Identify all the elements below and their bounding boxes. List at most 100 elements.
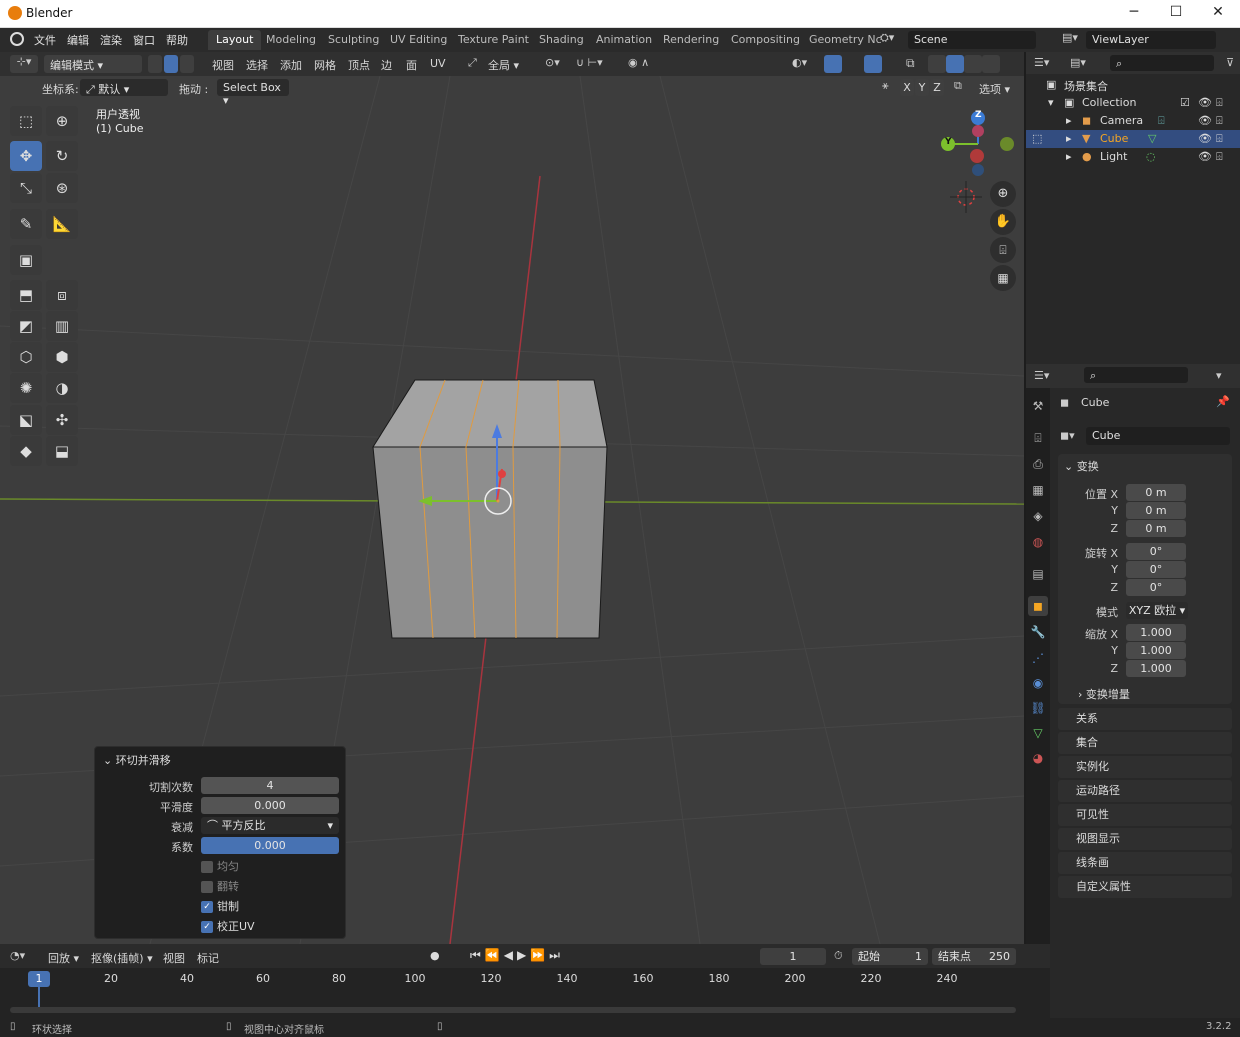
- eye-icon[interactable]: 👁: [1198, 96, 1212, 109]
- scene-tab-icon[interactable]: ◈: [1028, 506, 1048, 526]
- render-camera-icon[interactable]: ⌹: [1216, 132, 1223, 146]
- menu-window[interactable]: 窗口: [133, 32, 155, 48]
- rotation-y-field[interactable]: 0°: [1126, 561, 1186, 578]
- object-browse-icon[interactable]: ◼▾: [1060, 429, 1075, 442]
- options-dropdown[interactable]: 选项 ▾: [979, 81, 1010, 97]
- tab-layout[interactable]: Layout: [208, 30, 262, 50]
- mirror-icon[interactable]: ⚹: [882, 79, 889, 93]
- keying-menu[interactable]: 抠像(插帧) ▾: [91, 950, 153, 966]
- data-tab-icon[interactable]: ▽: [1028, 723, 1048, 743]
- record-icon[interactable]: ●: [430, 949, 440, 962]
- drag-select[interactable]: Select Box ▾: [217, 79, 289, 107]
- material-shading-button[interactable]: [964, 55, 982, 73]
- rendered-shading-button[interactable]: [982, 55, 1000, 73]
- gizmo-toggle-button[interactable]: [824, 55, 842, 73]
- location-x-field[interactable]: 0 m: [1126, 484, 1186, 501]
- output-tab-icon[interactable]: ⎙: [1028, 454, 1048, 474]
- line-art-panel[interactable]: 线条画: [1058, 852, 1232, 874]
- tab-animation[interactable]: Animation: [588, 30, 660, 50]
- render-camera-icon[interactable]: ⌹: [1216, 150, 1223, 164]
- gizmo-z-label[interactable]: Z: [975, 110, 982, 120]
- render-camera-icon[interactable]: ⌹: [1216, 114, 1223, 128]
- view-layer-tab-icon[interactable]: ▦: [1028, 480, 1048, 500]
- scene-collection-row[interactable]: ▣ 场景集合: [1026, 76, 1240, 94]
- vertex-select-button[interactable]: [148, 55, 162, 73]
- start-frame-field[interactable]: 起始 1: [852, 948, 928, 965]
- collection-row[interactable]: ▾ ▣ Collection ☑ 👁 ⌹: [1026, 94, 1240, 112]
- viewport-display-panel[interactable]: 视图显示: [1058, 828, 1232, 850]
- knife-tool-icon[interactable]: ⬡: [10, 342, 42, 372]
- tab-modeling[interactable]: Modeling: [258, 30, 324, 50]
- scale-x-field[interactable]: 1.000: [1126, 624, 1186, 641]
- loop-cut-tool-icon[interactable]: ▥: [46, 311, 78, 341]
- outliner-item-cube[interactable]: ⬚ ▸ ▼ Cube ▽ 👁 ⌹: [1026, 130, 1240, 148]
- even-checkbox[interactable]: 均匀: [201, 858, 239, 874]
- expand-arrow-icon[interactable]: ▸: [1066, 114, 1072, 127]
- menu-uv[interactable]: UV: [430, 57, 446, 70]
- pin-icon[interactable]: 📌: [1216, 395, 1230, 408]
- playhead-marker[interactable]: 1: [28, 971, 50, 987]
- shrink-fatten-tool-icon[interactable]: ✣: [46, 405, 78, 435]
- delta-transform-subpanel[interactable]: › 变换增量: [1078, 686, 1130, 702]
- mirror-z-button[interactable]: Z: [930, 79, 944, 96]
- location-y-field[interactable]: 0 m: [1126, 502, 1186, 519]
- select-box-icon[interactable]: ⬚: [10, 106, 42, 136]
- motion-paths-panel[interactable]: 运动路径: [1058, 780, 1232, 802]
- smooth-tool-icon[interactable]: ◑: [46, 373, 78, 403]
- tab-shading[interactable]: Shading: [531, 30, 592, 50]
- editor-type-icon[interactable]: ⊹▾: [10, 55, 38, 73]
- gizmo-y-label[interactable]: Y: [945, 137, 952, 147]
- menu-mesh[interactable]: 网格: [314, 57, 336, 73]
- move-tool-icon[interactable]: ✥: [10, 141, 42, 171]
- outliner-search-input[interactable]: ⌕: [1110, 55, 1214, 71]
- menu-edge[interactable]: 边: [381, 57, 392, 73]
- scene-field[interactable]: Scene: [908, 31, 1036, 49]
- render-tab-icon[interactable]: ⌹: [1028, 428, 1048, 448]
- smoothness-field[interactable]: 0.000: [201, 797, 339, 814]
- current-frame-field[interactable]: 1: [760, 948, 826, 965]
- object-tab-icon[interactable]: ◼: [1028, 596, 1048, 616]
- extrude-tool-icon[interactable]: ⬒: [10, 280, 42, 310]
- menu-face[interactable]: 面: [406, 57, 417, 73]
- material-tab-icon[interactable]: ◕: [1028, 748, 1048, 768]
- light-data-icon[interactable]: ◌: [1146, 150, 1156, 163]
- overlay-toggle-button[interactable]: [864, 55, 882, 73]
- pivot-point-icon[interactable]: ⊙▾: [545, 56, 560, 69]
- rip-tool-icon[interactable]: ⬓: [46, 436, 78, 466]
- exclude-checkbox[interactable]: ☑: [1180, 96, 1190, 109]
- properties-options-icon[interactable]: ▾: [1216, 369, 1222, 382]
- properties-editor-type-icon[interactable]: ☰▾: [1034, 369, 1049, 382]
- transform-panel-header[interactable]: ⌄ 变换: [1064, 458, 1099, 474]
- menu-select[interactable]: 选择: [246, 57, 268, 73]
- inset-tool-icon[interactable]: ⧈: [46, 280, 78, 310]
- edge-slide-tool-icon[interactable]: ⬕: [10, 405, 42, 435]
- annotate-tool-icon[interactable]: ✎: [10, 209, 42, 239]
- menu-help[interactable]: 帮助: [166, 32, 188, 48]
- outliner-editor-type-icon[interactable]: ☰▾: [1034, 56, 1049, 69]
- correct-uv-checkbox[interactable]: ✓ 校正UV: [201, 918, 255, 934]
- physics-tab-icon[interactable]: ◉: [1028, 673, 1048, 693]
- mesh-data-icon[interactable]: ▽: [1148, 132, 1156, 145]
- mirror-x-button[interactable]: X: [900, 79, 914, 96]
- scale-tool-icon[interactable]: ⤡: [10, 173, 42, 203]
- camera-view-icon[interactable]: ⌹: [990, 237, 1016, 263]
- eye-icon[interactable]: 👁: [1198, 132, 1212, 145]
- transform-tool-icon[interactable]: ⊛: [46, 173, 78, 203]
- face-select-button[interactable]: [180, 55, 194, 73]
- spin-tool-icon[interactable]: ✺: [10, 373, 42, 403]
- coord-select[interactable]: ⤢ 默认 ▾: [80, 79, 168, 96]
- solid-shading-button[interactable]: [946, 55, 964, 73]
- rotation-z-field[interactable]: 0°: [1126, 579, 1186, 596]
- tool-tab-icon[interactable]: ⚒: [1028, 396, 1048, 416]
- proportional-edit-icon[interactable]: ◉ ∧: [628, 56, 649, 69]
- ortho-grid-icon[interactable]: ▦: [990, 265, 1016, 291]
- menu-view[interactable]: 视图: [212, 57, 234, 73]
- visibility-panel[interactable]: 可见性: [1058, 804, 1232, 826]
- mirror-y-button[interactable]: Y: [915, 79, 929, 96]
- mode-select[interactable]: 编辑模式 ▾: [44, 55, 142, 73]
- pan-hand-icon[interactable]: ✋: [990, 209, 1016, 235]
- tab-geometry-nodes[interactable]: Geometry Nc: [801, 30, 890, 50]
- relations-panel[interactable]: 关系: [1058, 708, 1232, 730]
- add-cube-tool-icon[interactable]: ▣: [10, 245, 42, 275]
- viewlayer-field[interactable]: ViewLayer: [1086, 31, 1216, 49]
